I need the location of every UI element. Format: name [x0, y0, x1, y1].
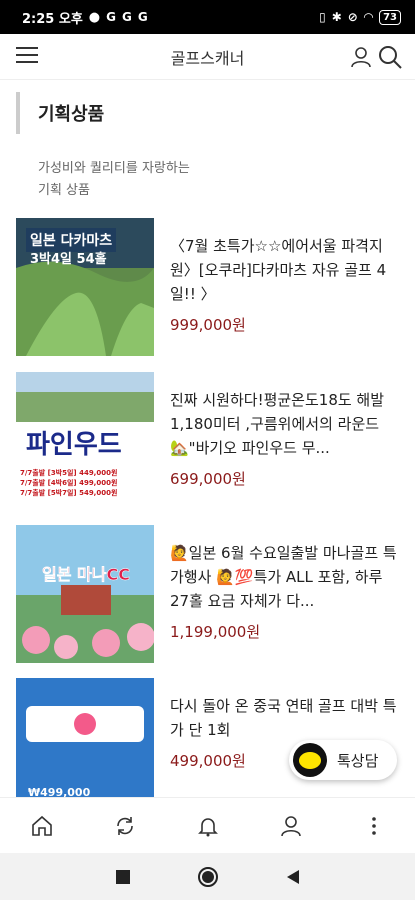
mute-icon: ⊘: [347, 10, 358, 24]
battery-icon: 73: [379, 9, 401, 25]
product-info-3: 🙋일본 6월 수요일출발 마나골프 특가행사 🙋💯특가 ALL 포함, 하루 2…: [170, 541, 400, 642]
product-name-1[interactable]: 〈7월 초특가☆☆에어서울 파격지원〉[오쿠라]다카마츠 자유 골프 4일!! …: [170, 234, 400, 306]
home-button-icon[interactable]: [193, 862, 223, 892]
thumbnail-price-line-3: 7/7출발 [5박7일] 549,000원: [20, 489, 118, 497]
bottom-navigation: [0, 797, 415, 853]
status-left: 2:25 오후 ● G G G: [22, 8, 148, 27]
notification-g-icon-1: G: [106, 10, 116, 24]
section-title: 기획상품: [16, 92, 104, 134]
talk-consult-label: 톡상담: [337, 751, 379, 770]
my-page-icon[interactable]: [271, 806, 311, 846]
product-price-3: 1,199,000원: [170, 623, 261, 641]
product-thumbnail-1[interactable]: 일본 다카마츠 3박4일 54홀: [16, 218, 154, 356]
product-name-2[interactable]: 진짜 시원하다!평균온도18도 해발1,180미터 ,구름위에서의 라운드 🏡"…: [170, 388, 400, 460]
product-item-3[interactable]: 일본 마나CC 🙋일본 6월 수요일출발 마나골프 특가행사 🙋💯특가 ALL …: [16, 525, 401, 665]
status-time: 2:25 오후: [22, 11, 83, 27]
product-thumbnail-2[interactable]: 파인우드 7/7출발 [3박5일] 449,000원 7/7출발 [4박6일] …: [16, 372, 154, 510]
recent-apps-icon[interactable]: [108, 862, 138, 892]
home-icon[interactable]: [22, 806, 62, 846]
notification-g-icon-2: G: [121, 10, 132, 24]
section-subtitle: 가성비와 퀄리티를 자랑하는 기획 상품: [38, 158, 238, 202]
thumbnail-title-2: 파인우드: [26, 430, 122, 460]
thumbnail-price-line-1: 7/7출발 [3박5일] 449,000원: [20, 469, 118, 477]
notification-g-icon-3: G: [137, 10, 148, 24]
thumbnail-title-3: 일본 마나CC: [42, 565, 130, 585]
thumbnail-subtitle-1: 3박4일 54홀: [30, 252, 107, 267]
wifi-icon: ◠: [363, 10, 374, 24]
vibrate-icon: ▯: [319, 10, 326, 24]
section-subtitle-line1: 가성비와 퀄리티를 자랑하는: [38, 161, 190, 176]
hamburger-menu-icon[interactable]: [16, 47, 38, 65]
product-item-1[interactable]: 일본 다카마츠 3박4일 54홀 〈7월 초특가☆☆에어서울 파격지원〉[오쿠라…: [16, 218, 401, 358]
thumbnail-price-list-2: 7/7출발 [3박5일] 449,000원 7/7출발 [4박6일] 499,0…: [20, 468, 117, 498]
talk-consult-button[interactable]: 톡상담: [289, 740, 397, 780]
product-name-4[interactable]: 다시 돌아 온 중국 연태 골프 대박 특가 단 1회: [170, 694, 400, 742]
product-price-2: 699,000원: [170, 470, 246, 488]
status-bar: 2:25 오후 ● G G G ▯ ✱ ⊘ ◠ 73: [0, 0, 415, 34]
notification-icon: ●: [88, 9, 101, 25]
user-icon[interactable]: [349, 45, 373, 73]
back-icon[interactable]: [278, 862, 308, 892]
thumbnail-price-line-2: 7/7출발 [4박6일] 499,000원: [20, 479, 118, 487]
product-thumbnail-4[interactable]: ₩499,000: [16, 678, 154, 816]
refresh-icon[interactable]: [105, 806, 145, 846]
system-navigation: [0, 853, 415, 900]
section-subtitle-line2: 기획 상품: [38, 183, 90, 198]
status-right: ▯ ✱ ⊘ ◠ 73: [319, 9, 401, 25]
product-item-2[interactable]: 파인우드 7/7출발 [3박5일] 449,000원 7/7출발 [4박6일] …: [16, 372, 401, 512]
product-thumbnail-3[interactable]: 일본 마나CC: [16, 525, 154, 663]
more-vertical-icon[interactable]: [354, 806, 394, 846]
product-price-1: 999,000원: [170, 316, 246, 334]
product-info-1: 〈7월 초특가☆☆에어서울 파격지원〉[오쿠라]다카마츠 자유 골프 4일!! …: [170, 234, 400, 335]
product-info-2: 진짜 시원하다!평균온도18도 해발1,180미터 ,구름위에서의 라운드 🏡"…: [170, 388, 400, 489]
search-icon[interactable]: [377, 44, 403, 74]
product-name-3[interactable]: 🙋일본 6월 수요일출발 마나골프 특가행사 🙋💯특가 ALL 포함, 하루 2…: [170, 541, 400, 613]
kakao-talk-icon: [293, 743, 327, 777]
app-header: 골프스캐너: [0, 34, 415, 80]
bell-icon[interactable]: [188, 806, 228, 846]
bluetooth-icon: ✱: [331, 10, 342, 24]
